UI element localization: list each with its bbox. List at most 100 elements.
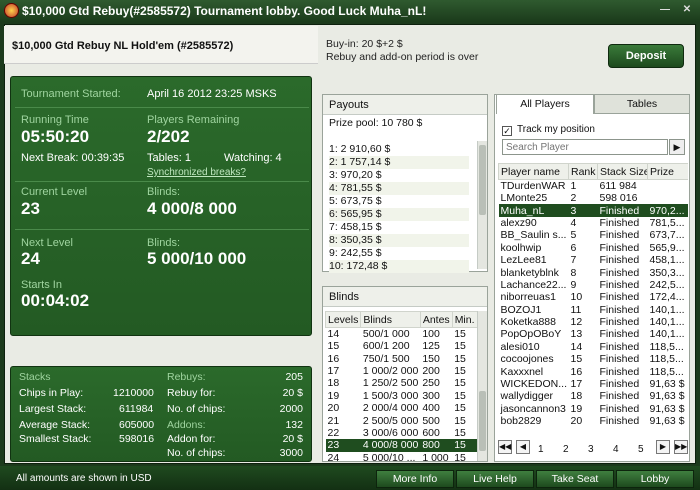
scroll-thumb[interactable] (479, 391, 486, 451)
search-arrow-icon[interactable]: ▶ (669, 139, 685, 155)
track-position-checkbox[interactable]: ✓ Track my position (502, 124, 595, 136)
payout-item[interactable]: 10: 172,48 $ (329, 260, 469, 273)
payout-item[interactable]: 2: 1 757,14 $ (329, 156, 469, 169)
next-page-icon[interactable]: ▶ (656, 440, 670, 454)
largest-stack-label: Largest Stack: (19, 403, 87, 415)
live-help-button[interactable]: Live Help (456, 470, 534, 488)
table-cell: cocoojones (500, 353, 554, 366)
table-row[interactable]: wallydigger 18 Finished 91,63 $ (499, 390, 689, 402)
table-row[interactable]: LezLee81 7 Finished 458,1... (499, 254, 689, 266)
last-page-icon[interactable]: ▶▶ (674, 440, 688, 454)
table-row[interactable]: koolhwip 6 Finished 565,9... (499, 242, 689, 254)
table-row[interactable]: Lachance22... 9 Finished 242,5... (499, 279, 689, 291)
table-cell: Finished (599, 415, 640, 428)
tab-all-players[interactable]: All Players (496, 94, 594, 114)
payout-item[interactable]: 5: 673,75 $ (329, 195, 469, 208)
payout-item[interactable]: 3: 970,20 $ (329, 169, 469, 182)
search-player-input[interactable] (502, 139, 668, 155)
page-link[interactable]: 1 (538, 444, 544, 455)
table-cell: 600 (422, 426, 440, 439)
table-row[interactable]: cocoojones 15 Finished 118,5... (499, 353, 689, 365)
blinds-title: Blinds (323, 287, 487, 307)
more-info-button[interactable]: More Info (376, 470, 454, 488)
take-seat-button[interactable]: Take Seat (536, 470, 614, 488)
players-table: Player name Rank Stack Size Prize TDurdenWA… (498, 163, 688, 427)
table-cell: 20 (327, 402, 340, 415)
players-column-header[interactable]: Prize (647, 163, 688, 180)
table-row[interactable]: Kaxxxnel 16 Finished 118,5... (499, 365, 689, 378)
tables-count: Tables: 1 (147, 152, 192, 164)
table-row[interactable]: blanketyblnk 8 Finished 350,3... (499, 266, 689, 279)
payout-item[interactable]: 6: 565,95 $ (329, 208, 469, 221)
table-row[interactable]: LMonte25 2 598 016 (499, 192, 689, 204)
lobby-button[interactable]: Lobby (616, 470, 694, 488)
payout-item[interactable]: 8: 350,35 $ (329, 234, 469, 247)
players-column-header[interactable]: Player name (498, 163, 569, 180)
average-stack-value: 605000 (119, 419, 155, 431)
table-row[interactable]: 17 1 000/2 000 200 15 (326, 365, 478, 377)
table-cell: 21 (327, 414, 340, 427)
table-row[interactable]: 22 3 000/6 000 600 15 (326, 427, 478, 439)
table-row[interactable]: bob2829 20 Finished 91,63 $ (499, 415, 689, 427)
table-cell: 12 (570, 316, 583, 329)
payout-item[interactable]: 4: 781,55 $ (329, 182, 469, 195)
table-cell: 3 (568, 204, 598, 217)
blinds-scrollbar[interactable] (477, 311, 487, 461)
page-link[interactable]: 5 (638, 444, 644, 455)
table-row[interactable]: 21 2 500/5 000 500 15 (326, 414, 478, 427)
table-row[interactable]: BOZOJ1 11 Finished 140,1... (499, 304, 689, 316)
table-row[interactable]: Koketka888 12 Finished 140,1... (499, 316, 689, 328)
players-column-header[interactable]: Rank (568, 163, 598, 180)
table-cell: Finished (597, 204, 648, 217)
scroll-thumb[interactable] (479, 145, 486, 215)
table-row[interactable]: jasoncannon3 19 Finished 91,63 $ (499, 403, 689, 415)
table-row[interactable]: 20 2 000/4 000 400 15 (326, 402, 478, 414)
table-cell: blanketyblnk (500, 266, 559, 279)
watching-count: Watching: 4 (224, 152, 282, 164)
addons-label: Addons: (167, 419, 206, 431)
blinds-label: Blinds: (147, 186, 181, 198)
addon-chips-value: 3000 (279, 447, 303, 459)
close-icon[interactable]: ✕ (682, 5, 692, 15)
checkbox-checked-icon[interactable]: ✓ (502, 126, 512, 136)
blinds-column-header[interactable]: Min. (451, 311, 478, 328)
minimize-icon[interactable]: — (660, 5, 670, 15)
page-link[interactable]: 2 (563, 444, 569, 455)
page-link[interactable]: 3 (588, 444, 594, 455)
synchronized-breaks-link[interactable]: Synchronized breaks? (147, 167, 246, 178)
table-cell: Finished (599, 216, 640, 229)
table-row[interactable]: alexz90 4 Finished 781,5... (499, 217, 689, 229)
table-row[interactable]: WICKEDON... 17 Finished 91,63 $ (499, 378, 689, 390)
table-row[interactable]: 14 500/1 000 100 15 (326, 328, 478, 340)
table-row[interactable]: 23 4 000/8 000 800 15 (325, 439, 478, 452)
table-row[interactable]: 18 1 250/2 500 250 15 (326, 377, 478, 389)
payout-item[interactable]: 9: 242,55 $ (329, 247, 469, 260)
players-tabs: All Players Tables (496, 94, 690, 114)
first-page-icon[interactable]: ◀◀ (498, 440, 512, 454)
payout-item[interactable]: 1: 2 910,60 $ (329, 143, 469, 156)
blinds-column-header[interactable]: Antes (419, 311, 453, 328)
table-row[interactable]: 24 5 000/10 ... 1 000 15 (326, 452, 478, 461)
deposit-button[interactable]: Deposit (608, 44, 684, 68)
table-row[interactable]: alesi010 14 Finished 118,5... (499, 341, 689, 353)
prev-page-icon[interactable]: ◀ (516, 440, 530, 454)
payouts-list[interactable]: 1: 2 910,60 $2: 1 757,14 $3: 970,20 $4: … (329, 143, 469, 273)
payouts-scrollbar[interactable] (477, 141, 487, 269)
table-row[interactable]: 16 750/1 500 150 15 (326, 352, 478, 365)
table-row[interactable]: Muha_nL 3 Finished 970,2... (498, 204, 688, 217)
page-link[interactable]: 4 (613, 444, 619, 455)
table-cell: Finished (599, 291, 640, 304)
blinds-column-header[interactable]: Blinds (360, 311, 421, 328)
table-row[interactable]: PopOpOBoY 13 Finished 140,1... (499, 328, 689, 340)
table-cell: 4 (570, 216, 577, 229)
payout-item[interactable]: 7: 458,15 $ (329, 221, 469, 234)
table-row[interactable]: 15 600/1 200 125 15 (326, 340, 478, 352)
blinds-column-header[interactable]: Levels (324, 311, 362, 328)
tab-tables[interactable]: Tables (594, 94, 690, 114)
table-row[interactable]: TDurdenWAR 1 611 984 (499, 180, 689, 192)
table-cell: 11 (570, 303, 582, 316)
table-row[interactable]: niborreuas1 10 Finished 172,4... (499, 291, 689, 303)
table-row[interactable]: 19 1 500/3 000 300 15 (326, 390, 478, 402)
players-column-header[interactable]: Stack Size (597, 163, 648, 180)
table-row[interactable]: BB_Saulin s... 5 Finished 673,7... (499, 229, 689, 241)
